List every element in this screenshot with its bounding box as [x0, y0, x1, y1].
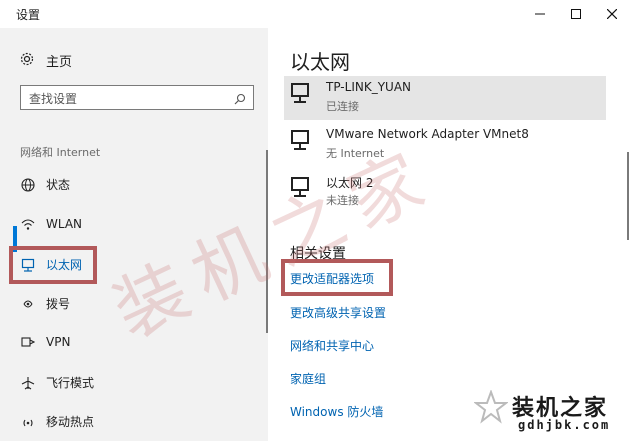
sidebar-item-label: 拨号 — [46, 297, 71, 311]
site-logo: 装机之家 gdhjbk.com — [472, 384, 640, 441]
link-advanced-sharing[interactable]: 更改高级共享设置 — [290, 304, 386, 321]
home-nav-item[interactable]: 主页 — [20, 51, 72, 70]
vpn-icon — [20, 334, 36, 350]
title-bar: 设置 — [0, 0, 640, 28]
link-network-sharing-center[interactable]: 网络和共享中心 — [290, 337, 374, 354]
sidebar-item-airplane[interactable]: 飞行模式 — [20, 374, 94, 391]
search-icon — [234, 90, 246, 109]
adapter-item[interactable]: TP-LINK_YUAN 已连接 — [284, 76, 606, 120]
globe-icon — [20, 177, 36, 193]
star-logo-icon — [473, 389, 509, 428]
dialup-icon — [20, 296, 36, 312]
sidebar-item-label: 移动热点 — [46, 415, 95, 429]
page-title: 以太网 — [290, 50, 350, 74]
sidebar-item-label: WLAN — [46, 217, 83, 231]
close-icon — [607, 9, 617, 19]
computer-network-icon — [290, 129, 314, 157]
window-title: 设置 — [16, 8, 41, 22]
gear-icon — [20, 52, 36, 70]
sidebar-item-label: 状态 — [46, 178, 71, 192]
sidebar-item-hotspot[interactable]: 移动热点 — [20, 413, 94, 430]
highlight-box-ethernet — [9, 246, 97, 284]
home-label: 主页 — [46, 55, 73, 70]
search-placeholder: 查找设置 — [29, 92, 78, 106]
link-homegroup[interactable]: 家庭组 — [290, 370, 326, 387]
hotspot-icon — [20, 414, 36, 430]
maximize-button[interactable] — [556, 0, 596, 28]
link-windows-firewall[interactable]: Windows 防火墙 — [290, 403, 383, 420]
sidebar-item-vpn[interactable]: VPN — [20, 334, 70, 350]
search-input[interactable]: 查找设置 — [20, 85, 254, 110]
airplane-icon — [20, 375, 36, 391]
adapter-status: 已连接 — [326, 100, 359, 113]
sidebar-item-status[interactable]: 状态 — [20, 176, 70, 193]
settings-window: 设置 主页 查找设置 网络和 Internet 状态 WLAN 以太网 拨号 V… — [0, 0, 640, 441]
sidebar-item-label: 飞行模式 — [46, 376, 95, 390]
computer-network-icon — [290, 82, 314, 110]
adapter-name: TP-LINK_YUAN — [326, 80, 412, 94]
close-button[interactable] — [592, 0, 632, 28]
wifi-icon — [20, 216, 36, 232]
minimize-icon — [535, 13, 545, 15]
section-label: 网络和 Internet — [20, 146, 101, 159]
logo-url: gdhjbk.com — [518, 418, 611, 432]
scrollbar[interactable] — [627, 152, 629, 240]
sidebar-item-wlan[interactable]: WLAN — [20, 216, 82, 232]
maximize-icon — [571, 9, 581, 19]
minimize-button[interactable] — [520, 0, 560, 28]
sidebar-item-label: VPN — [46, 335, 71, 349]
sidebar-item-dialup[interactable]: 拨号 — [20, 295, 70, 312]
